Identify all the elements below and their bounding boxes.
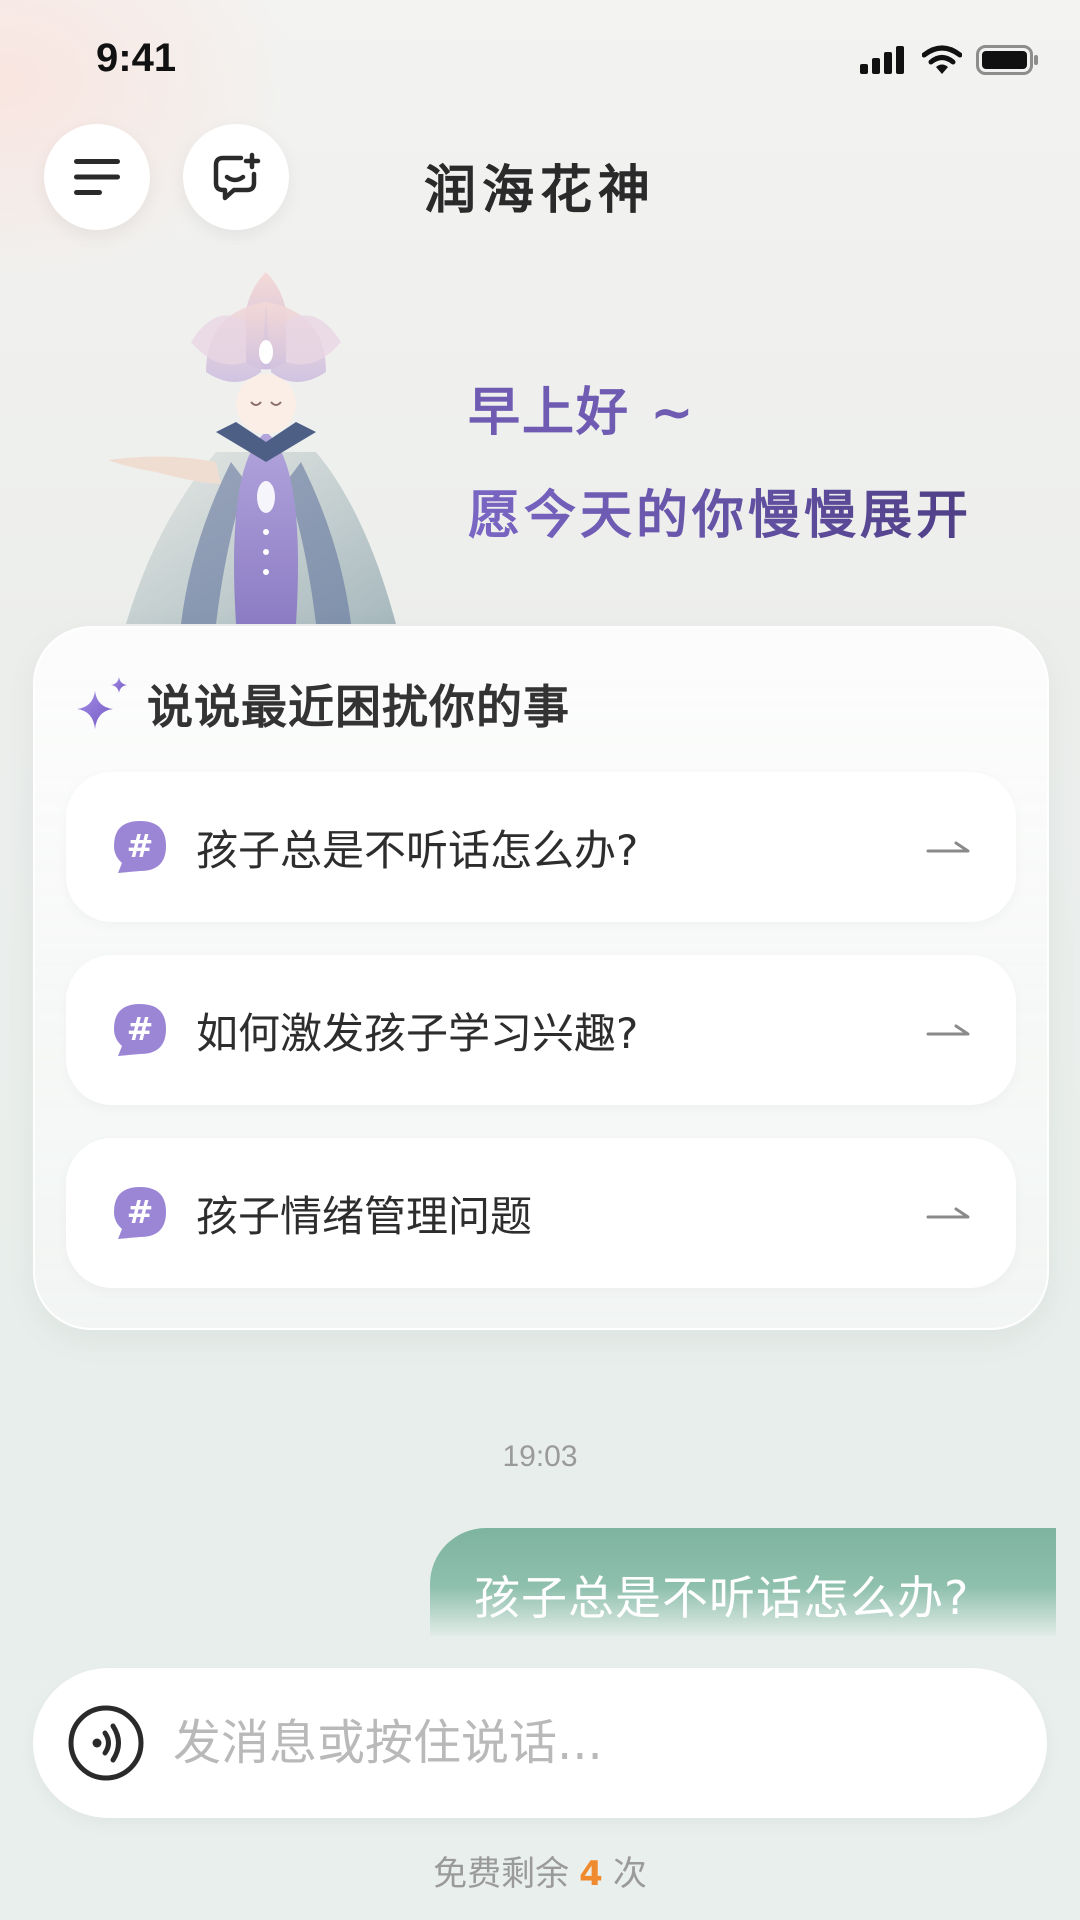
page-title: 润海花神 (423, 161, 656, 221)
chat-timestamp: 19:03 (502, 1440, 578, 1473)
svg-text:#: # (127, 1010, 154, 1048)
quota-count: 4 (579, 1854, 603, 1894)
topic-label: 孩子情绪管理问题 (196, 1191, 533, 1241)
wifi-icon (922, 45, 962, 74)
quota-prefix: 免费剩余 (433, 1854, 570, 1894)
greeting-line-2: 愿今天的你慢慢展开 (468, 473, 972, 548)
message-input-bar (33, 1668, 1047, 1818)
greeting-line-1: 早上好 ~ (468, 383, 696, 443)
sparkle-icon (77, 677, 127, 729)
greeting: 早上好 ~ 愿今天的你慢慢展开 (468, 370, 972, 548)
voice-icon[interactable] (67, 1704, 145, 1782)
topic-item[interactable]: # 孩子总是不听话怎么办? (66, 772, 1016, 922)
status-bar: 9:41 (0, 0, 1080, 120)
free-quota: 免费剩余 4 次 (0, 1846, 1080, 1895)
topic-item[interactable]: # 孩子情绪管理问题 (66, 1138, 1016, 1288)
hash-chat-icon: # (114, 1004, 166, 1056)
arrow-right-icon (926, 1207, 970, 1219)
card-heading: 说说最近困扰你的事 (73, 670, 570, 738)
user-message-text: 孩子总是不听话怎么办? (474, 1571, 970, 1625)
arrow-right-icon (926, 841, 970, 853)
flower-goddess-illustration (108, 272, 396, 624)
topic-suggestions-card: 说说最近困扰你的事 # 孩子总是不听话怎么办? # 如何激发孩子学习兴趣? # … (33, 626, 1049, 1330)
status-icons (860, 40, 1040, 80)
quota-suffix: 次 (612, 1854, 647, 1894)
arrow-right-icon (926, 1024, 970, 1036)
topic-item[interactable]: # 如何激发孩子学习兴趣? (66, 955, 1016, 1105)
message-input[interactable] (171, 1714, 995, 1772)
signal-icon (860, 46, 904, 74)
battery-icon (976, 45, 1038, 75)
status-time: 9:41 (96, 36, 177, 80)
hash-chat-icon: # (114, 1187, 166, 1239)
user-message-bubble[interactable]: 孩子总是不听话怎么办? (430, 1528, 1056, 1636)
card-heading-text: 说说最近困扰你的事 (147, 680, 570, 734)
topic-label: 如何激发孩子学习兴趣? (196, 1008, 639, 1058)
svg-text:#: # (127, 1193, 154, 1231)
hash-chat-icon: # (114, 821, 166, 873)
svg-text:#: # (127, 827, 154, 865)
topic-label: 孩子总是不听话怎么办? (196, 825, 639, 875)
